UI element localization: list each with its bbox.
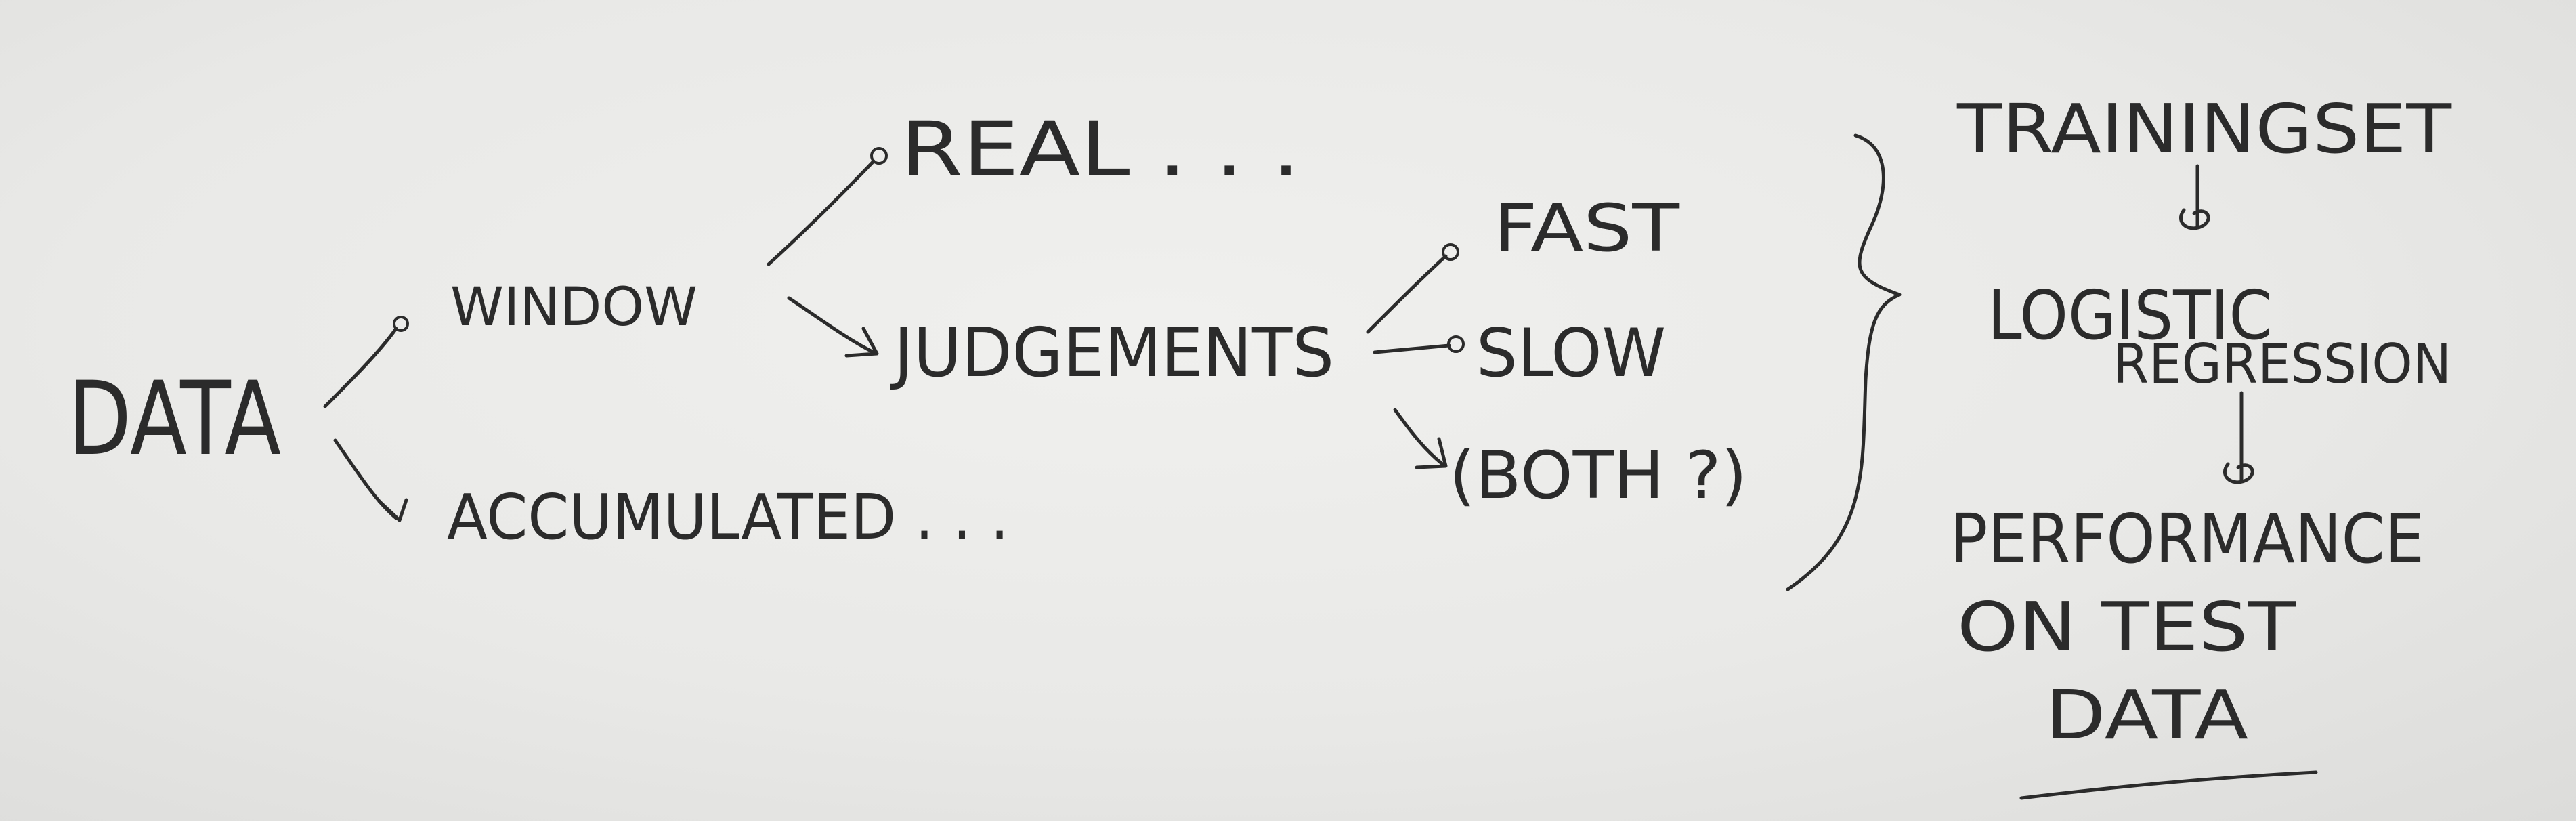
slow-label: SLOW: [1476, 315, 1666, 392]
arrow-judgements-to-fast: [1366, 243, 1459, 334]
training-set-label: TRAININGSET: [1956, 89, 2452, 169]
both-label: (BOTH ?): [1449, 438, 1747, 513]
arrow-judgements-to-slow: [1373, 335, 1465, 354]
arrow-window-to-judgements: [787, 296, 879, 358]
fast-label: FAST: [1493, 190, 1679, 266]
arrow-regression-to-performance: [2223, 391, 2254, 484]
underline: [2019, 770, 2318, 800]
accumulated-label: ACCUMULATED . . .: [447, 481, 1009, 553]
on-test-label: ON TEST: [1957, 587, 2296, 667]
performance-label: PERFORMANCE: [1950, 499, 2424, 578]
arrow-judgements-to-both: [1393, 408, 1448, 469]
window-label: WINDOW: [450, 277, 697, 338]
data-label: DATA: [68, 360, 281, 478]
arrow-training-to-logistic: [2178, 164, 2210, 230]
arrow-data-to-accumulated: [333, 438, 408, 522]
judgements-label: JUDGEMENTS: [890, 313, 1334, 392]
test-data-label: DATA: [2045, 675, 2248, 755]
arrow-window-to-real: [767, 147, 888, 266]
curly-brace: [1786, 133, 1902, 591]
arrow-data-to-window: [323, 316, 409, 408]
regression-label: REGRESSION: [2113, 333, 2451, 396]
handwritten-diagram: DATA WINDOW ACCUMULATED . . . REAL . . .…: [68, 89, 2452, 800]
real-label: REAL . . .: [901, 106, 1300, 192]
